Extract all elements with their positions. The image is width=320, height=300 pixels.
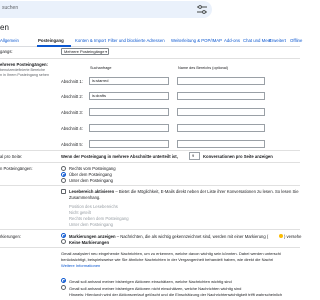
importance-marker-icon	[279, 234, 283, 238]
tune-icon[interactable]	[197, 5, 207, 14]
inbox-type-value: Mehrere Posteingänge	[64, 49, 105, 54]
section-query-input[interactable]: is:drafts	[89, 92, 169, 100]
no-predict-importance-radio[interactable]	[61, 285, 66, 290]
filtering-text-1: Gmail analysiert neu eingehende Nachrich…	[61, 251, 281, 256]
position-label: n Posteingängen:	[0, 166, 33, 171]
position-right-radio[interactable]	[61, 166, 66, 171]
search-input[interactable]: suchen	[2, 5, 18, 11]
section-label: Abschnitt 3:	[61, 110, 83, 115]
importance-label: rkierungen:	[0, 234, 21, 239]
inbox-type-select[interactable]: Mehrere Posteingänge ▾	[61, 48, 109, 55]
chevron-down-icon: ▾	[105, 50, 107, 54]
active-tab-indicator	[37, 45, 71, 47]
section-query-input[interactable]	[89, 140, 169, 148]
section-label: Abschnitt 1:	[61, 79, 83, 84]
column-header-query: Suchanfrage	[90, 66, 112, 70]
reading-pane-position-label: Position des Lesebereichs	[69, 204, 118, 209]
max-per-page-text: Wenn der Posteingang in mehrere Abschnit…	[61, 154, 178, 159]
learn-more-link[interactable]: Weitere Informationen	[61, 263, 100, 268]
divider	[0, 150, 300, 151]
section-label: Abschnitt 2:	[61, 94, 83, 99]
no-markers-radio[interactable]	[61, 239, 66, 244]
section-name-input[interactable]	[177, 77, 265, 85]
column-header-name: Name des Bereichs (optional)	[178, 66, 229, 70]
no-predict-importance-label: Gmail soll anhand meiner bisherigen Akti…	[69, 286, 242, 291]
show-markers-radio[interactable]	[61, 233, 66, 238]
position-option-label: Unter dem Posteingang	[69, 178, 113, 183]
no-predict-importance-hint: Hinweis: Hierdurch wird der Aktionsverla…	[69, 292, 283, 297]
multi-inbox-desc-2: n in Ihrem Posteingang sehen	[0, 73, 49, 77]
tab-filters[interactable]: Filter und blockierte Adressen	[108, 38, 165, 43]
reading-pane-title: Lesebereich aktivieren – Bietet die Mögl…	[69, 189, 299, 194]
section-query-input[interactable]: is:starred	[89, 77, 169, 85]
tab-advanced[interactable]: Erweitert	[269, 38, 286, 43]
reading-pane-option: Unter dem Posteingang	[69, 222, 113, 227]
settings-tabs: Allgemein Posteingang Konten & Import Fi…	[0, 36, 302, 47]
tab-forwarding[interactable]: Weiterleitung & POP/IMAP	[171, 38, 222, 43]
divider	[0, 162, 300, 163]
section-name-input[interactable]	[177, 92, 265, 100]
position-option-label: Rechts vom Posteingang	[69, 166, 116, 171]
inbox-type-label: gangs:	[0, 49, 13, 54]
divider	[0, 58, 300, 59]
tab-general[interactable]: Allgemein	[0, 38, 19, 43]
reading-pane-desc: Zusammenhang.	[69, 195, 101, 200]
section-label: Abschnitt 4:	[61, 126, 83, 131]
tab-inbox[interactable]: Posteingang	[38, 38, 64, 43]
position-above-radio[interactable]	[61, 172, 66, 177]
search-bar[interactable]: suchen	[0, 1, 212, 18]
section-query-input[interactable]	[89, 124, 169, 132]
section-name-input[interactable]	[177, 140, 265, 148]
reading-pane-option: Rechts neben dem Posteingang	[69, 216, 129, 221]
no-markers-label: Keine Markierungen	[69, 240, 110, 245]
page-title: en	[0, 23, 9, 32]
tab-chat-meet[interactable]: Chat und Meet	[243, 38, 271, 43]
position-below-radio[interactable]	[61, 178, 66, 183]
reading-pane-checkbox[interactable]	[61, 189, 66, 194]
predict-importance-label: Gmail soll anhand meiner bisherigen Akti…	[69, 279, 232, 284]
divider	[0, 247, 300, 248]
position-option-label: Über dem Posteingang	[69, 172, 112, 177]
section-label: Abschnitt 5:	[61, 142, 83, 147]
multi-inbox-desc-1: benutzerdefinierte Bereiche	[0, 68, 46, 72]
section-name-input[interactable]	[177, 108, 265, 116]
max-per-page-input[interactable]: 9	[189, 152, 200, 160]
multi-inbox-label: ehreren Posteingängen:	[0, 62, 48, 67]
section-query-input[interactable]	[89, 108, 169, 116]
tab-accounts[interactable]: Konten & Import	[75, 38, 106, 43]
show-markers-label: Markierungen anzeigen – Nachrichten, die…	[69, 234, 269, 239]
show-markers-end: ) versehe	[284, 234, 302, 239]
tab-offline[interactable]: Offline	[290, 38, 302, 43]
section-name-input[interactable]	[177, 124, 265, 132]
divider	[0, 185, 300, 186]
max-per-page-suffix: Konversationen pro Seite anzeigen	[203, 154, 273, 159]
reading-pane-option: Nicht geteilt	[69, 210, 91, 215]
filtering-text-2: berücksichtigt, beispielsweise wie Sie ä…	[61, 257, 274, 262]
divider	[0, 229, 300, 230]
predict-importance-radio[interactable]	[61, 278, 66, 283]
max-per-page-label: al pro Seite:	[0, 154, 23, 159]
tab-addons[interactable]: Add-ons	[224, 38, 240, 43]
